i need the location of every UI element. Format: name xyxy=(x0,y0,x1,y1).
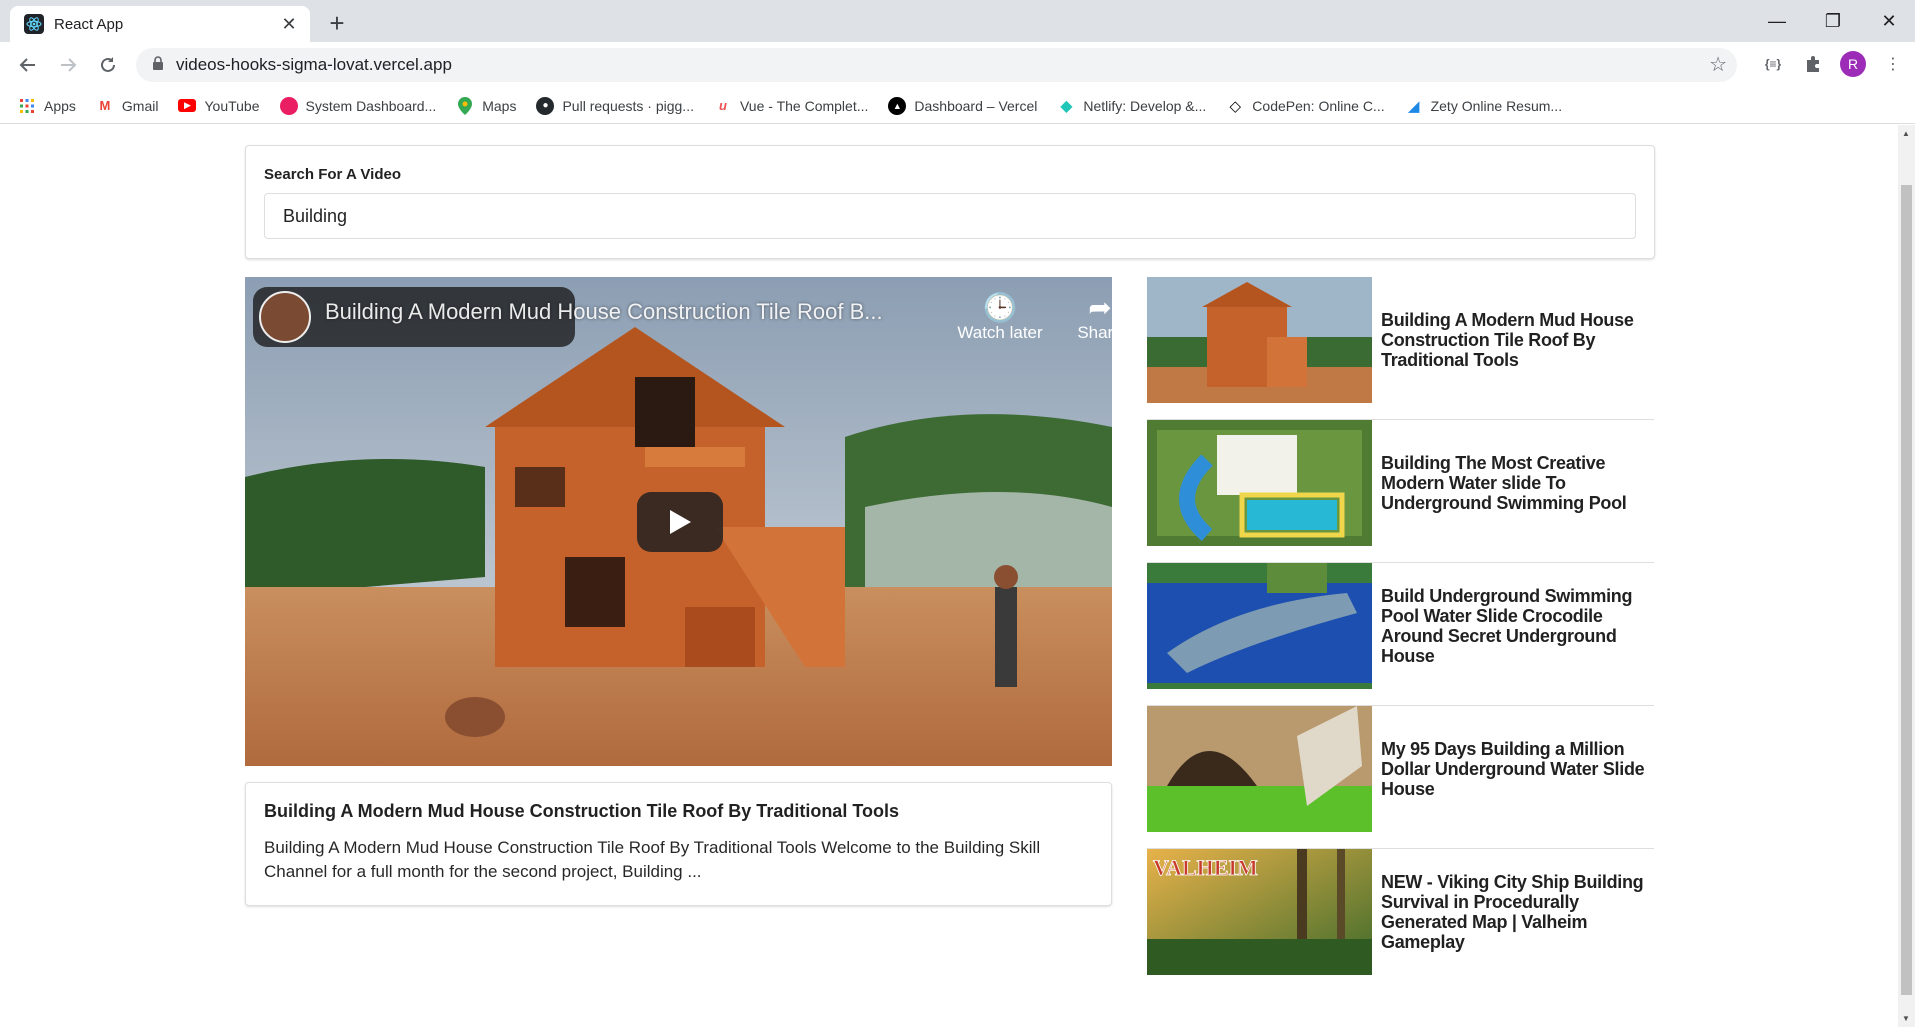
github-icon: ● xyxy=(536,96,555,115)
channel-avatar[interactable] xyxy=(259,291,311,343)
minimize-button[interactable]: — xyxy=(1749,6,1805,36)
bookmarks-bar: Apps M Gmail ▶ YouTube System Dashboard...… xyxy=(0,88,1915,124)
search-form: Search For A Video xyxy=(245,145,1655,259)
video-list-title[interactable]: My 95 Days Building a Million Dollar Und… xyxy=(1381,706,1654,832)
watch-later-button[interactable]: 🕒 Watch later xyxy=(955,293,1045,343)
codepen-icon: ◇ xyxy=(1229,97,1242,115)
bookmark-label: YouTube xyxy=(204,97,260,114)
url-text: videos-hooks-sigma-lovat.vercel.app xyxy=(176,55,452,74)
browser-tab[interactable]: React App ✕ xyxy=(10,6,310,42)
restore-button[interactable]: ❐ xyxy=(1805,6,1861,36)
reload-button[interactable] xyxy=(88,45,128,85)
scrollbar-thumb[interactable] xyxy=(1901,185,1912,995)
video-list-title[interactable]: Build Underground Swimming Pool Water Sl… xyxy=(1381,563,1654,689)
video-thumbnail[interactable] xyxy=(1147,277,1372,403)
bookmark-label: Zety Online Resum... xyxy=(1430,97,1563,114)
profile-avatar[interactable]: R xyxy=(1837,48,1869,80)
video-thumbnail[interactable]: VALHEIM xyxy=(1147,849,1372,975)
video-list-item[interactable]: My 95 Days Building a Million Dollar Und… xyxy=(1147,706,1654,849)
extensions-puzzle-icon[interactable] xyxy=(1797,48,1829,80)
video-thumbnail[interactable] xyxy=(1147,563,1372,689)
maps-pin-icon xyxy=(456,96,474,115)
dashboard-icon xyxy=(279,96,298,115)
lock-icon xyxy=(152,55,164,75)
search-label: Search For A Video xyxy=(264,166,401,183)
bookmark-youtube[interactable]: ▶ YouTube xyxy=(178,97,260,114)
gmail-icon: M xyxy=(99,98,111,113)
bookmark-label: Maps xyxy=(482,97,517,114)
extension-json-icon[interactable]: {≡} xyxy=(1757,48,1789,80)
video-list-title[interactable]: NEW - Viking City Ship Building Survival… xyxy=(1381,849,1654,975)
address-bar[interactable]: videos-hooks-sigma-lovat.vercel.app ☆ xyxy=(136,48,1737,82)
play-button[interactable] xyxy=(637,492,723,552)
bookmark-label: Vue - The Complet... xyxy=(739,97,869,114)
scroll-down-arrow-icon[interactable]: ▼ xyxy=(1902,1014,1910,1023)
apps-grid-icon xyxy=(18,97,36,115)
svg-text:VALHEIM: VALHEIM xyxy=(1153,855,1258,880)
page-viewport: Search For A Video Building Building A M… xyxy=(0,125,1898,1027)
player-overlay-title[interactable]: Building A Modern Mud House Construction… xyxy=(325,299,883,325)
tab-title: React App xyxy=(54,15,124,33)
netlify-icon: ◆ xyxy=(1060,97,1073,115)
page-scrollbar[interactable]: ▲ ▼ xyxy=(1898,125,1915,1027)
bookmark-label: Gmail xyxy=(121,97,159,114)
clock-icon: 🕒 xyxy=(982,292,1018,323)
bookmark-label: Pull requests · pigg... xyxy=(562,97,694,114)
vercel-icon: ▲ xyxy=(888,96,907,115)
udemy-icon: u xyxy=(719,98,727,113)
browser-toolbar: videos-hooks-sigma-lovat.vercel.app ☆ xyxy=(0,42,1915,88)
video-list: Building A Modern Mud House Construction… xyxy=(1147,277,1654,992)
bookmark-apps[interactable]: Apps xyxy=(18,97,76,115)
bookmark-codepen[interactable]: ◇ CodePen: Online C... xyxy=(1226,97,1385,115)
tab-strip: React App ✕ + — ❐ ✕ xyxy=(0,0,1915,42)
bookmark-gmail[interactable]: M Gmail xyxy=(96,97,159,115)
bookmark-label: CodePen: Online C... xyxy=(1252,97,1385,114)
bookmark-zety[interactable]: ◢ Zety Online Resum... xyxy=(1405,97,1563,115)
bookmark-system-dashboard[interactable]: System Dashboard... xyxy=(279,96,437,115)
back-button[interactable] xyxy=(8,45,48,85)
bookmark-vercel[interactable]: ▲ Dashboard – Vercel xyxy=(888,96,1038,115)
play-icon xyxy=(670,510,691,534)
bookmark-github[interactable]: ● Pull requests · pigg... xyxy=(536,96,694,115)
share-label: Share xyxy=(1077,323,1112,342)
search-input[interactable] xyxy=(264,193,1636,239)
video-list-item[interactable]: Building A Modern Mud House Construction… xyxy=(1147,277,1654,420)
youtube-icon: ▶ xyxy=(178,99,197,112)
video-list-item[interactable]: VALHEIM NEW - Viking City Ship Building … xyxy=(1147,849,1654,992)
bookmark-label: Apps xyxy=(44,97,76,114)
video-list-title[interactable]: Building The Most Creative Modern Water … xyxy=(1381,420,1654,546)
video-detail: Building A Modern Mud House Construction… xyxy=(245,782,1112,906)
video-thumbnail[interactable] xyxy=(1147,706,1372,832)
share-button[interactable]: ➦ Share xyxy=(1055,293,1112,343)
tab-close-icon[interactable]: ✕ xyxy=(278,14,300,35)
new-tab-button[interactable]: + xyxy=(322,8,352,39)
zety-icon: ◢ xyxy=(1407,97,1420,115)
close-window-button[interactable]: ✕ xyxy=(1861,6,1915,36)
react-favicon-icon xyxy=(24,14,44,34)
forward-button[interactable] xyxy=(48,45,88,85)
video-detail-title: Building A Modern Mud House Construction… xyxy=(264,801,899,821)
video-player[interactable]: Building A Modern Mud House Construction… xyxy=(245,277,1112,766)
bookmark-label: System Dashboard... xyxy=(305,97,437,114)
watch-later-label: Watch later xyxy=(957,323,1043,342)
scroll-up-arrow-icon[interactable]: ▲ xyxy=(1902,129,1910,138)
video-thumbnail[interactable] xyxy=(1147,420,1372,546)
bookmark-netlify[interactable]: ◆ Netlify: Develop &... xyxy=(1057,97,1206,115)
share-arrow-icon: ➦ xyxy=(1088,292,1112,323)
bookmark-label: Netlify: Develop &... xyxy=(1083,97,1207,114)
video-list-item[interactable]: Building The Most Creative Modern Water … xyxy=(1147,420,1654,563)
bookmark-star-icon[interactable]: ☆ xyxy=(1709,52,1727,77)
video-detail-description: Building A Modern Mud House Construction… xyxy=(264,838,1041,881)
bookmark-maps[interactable]: Maps xyxy=(456,96,517,115)
bookmark-vue-course[interactable]: u Vue - The Complet... xyxy=(714,97,868,115)
bookmark-label: Dashboard – Vercel xyxy=(914,97,1038,114)
video-list-title[interactable]: Building A Modern Mud House Construction… xyxy=(1381,277,1654,403)
video-list-item[interactable]: Build Underground Swimming Pool Water Sl… xyxy=(1147,563,1654,706)
menu-kebab-icon[interactable]: ⋮ xyxy=(1877,48,1909,80)
